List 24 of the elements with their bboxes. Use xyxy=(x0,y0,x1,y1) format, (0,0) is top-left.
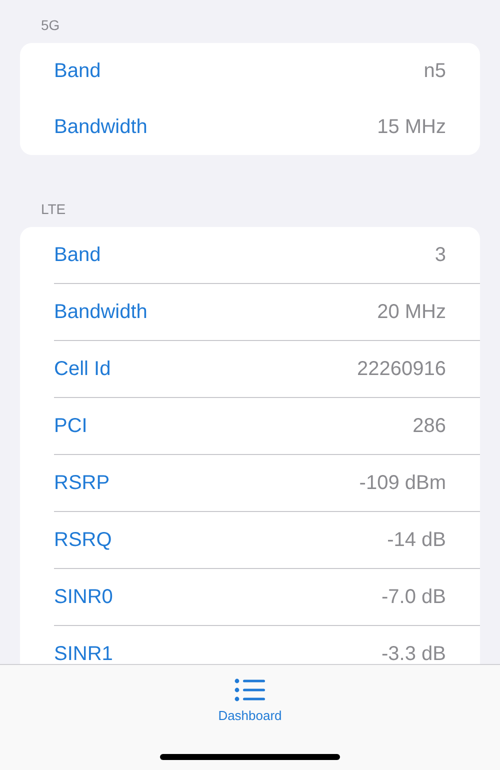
row-label: RSRP xyxy=(54,472,110,494)
row-value: -7.0 dB xyxy=(382,586,446,608)
row-label: PCI xyxy=(54,414,88,438)
list-icon xyxy=(234,678,266,702)
section-header: 5G xyxy=(40,17,60,33)
row-value: 22260916 xyxy=(357,358,446,380)
row-value: -14 dB xyxy=(387,528,446,552)
row-label: Band xyxy=(54,244,101,266)
section-header: LTE xyxy=(40,201,66,217)
row-value: 286 xyxy=(412,414,446,438)
row-label: Bandwidth xyxy=(54,116,148,138)
row-label: RSRQ xyxy=(54,528,112,552)
row-label: SINR0 xyxy=(54,586,113,608)
row-value: -3.3 dB xyxy=(382,642,446,664)
row-label: Bandwidth xyxy=(54,300,148,324)
row-value: 3 xyxy=(434,244,446,266)
row-value: 20 MHz xyxy=(377,300,446,324)
row-label: Band xyxy=(54,60,101,82)
dashboard-tab[interactable]: Dashboard xyxy=(218,665,282,723)
row-value: 15 MHz xyxy=(377,116,446,138)
row-value: -109 dBm xyxy=(359,472,446,494)
row-value: n5 xyxy=(424,60,446,82)
row-label: SINR1 xyxy=(54,642,113,664)
row-label: Cell Id xyxy=(54,358,111,380)
